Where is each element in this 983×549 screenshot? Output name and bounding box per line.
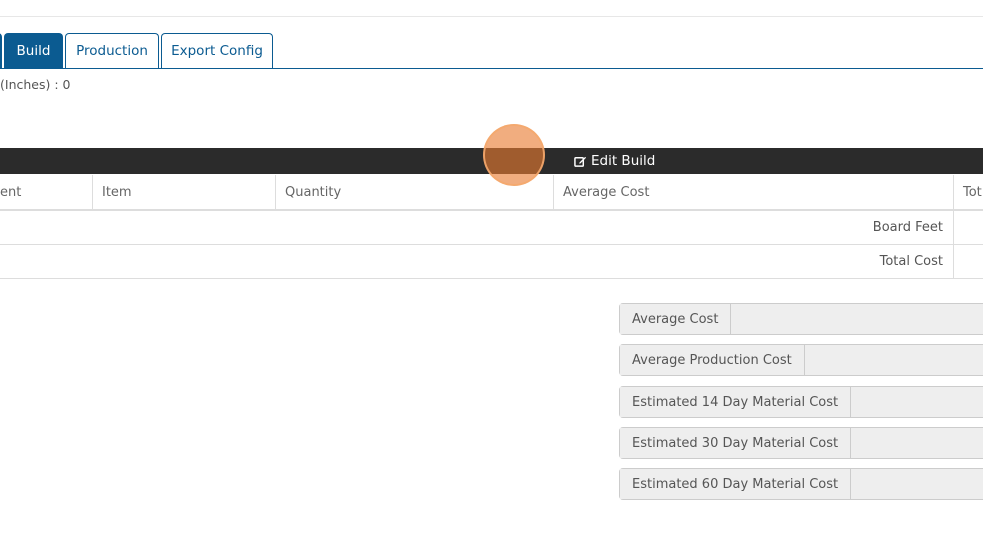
estimated-30-day-cost-group: Estimated 30 Day Material Cost — [619, 427, 983, 459]
column-divider — [953, 175, 954, 209]
tabs-underline — [0, 68, 983, 69]
column-divider — [275, 175, 276, 209]
edit-build-button[interactable]: Edit Build — [574, 148, 655, 174]
column-divider — [953, 211, 954, 244]
average-cost-group: Average Cost — [619, 303, 983, 335]
column-divider — [92, 175, 93, 209]
estimated-30-day-cost-label: Estimated 30 Day Material Cost — [620, 428, 852, 458]
page-root: Build Production Export Config (Inches) … — [0, 0, 983, 549]
column-header-average-cost[interactable]: Average Cost — [553, 175, 649, 209]
column-header-component[interactable]: ent — [0, 175, 21, 209]
average-production-cost-label: Average Production Cost — [620, 345, 805, 375]
tab-previous-partial[interactable] — [0, 33, 2, 68]
edit-icon — [574, 156, 587, 167]
estimated-60-day-cost-label: Estimated 60 Day Material Cost — [620, 469, 852, 499]
click-highlight-marker — [483, 124, 545, 186]
tab-production[interactable]: Production — [65, 33, 159, 68]
table-row-total-cost: Total Cost — [0, 245, 983, 279]
estimated-14-day-cost-label: Estimated 14 Day Material Cost — [620, 387, 852, 417]
board-feet-label: Board Feet — [872, 220, 943, 235]
column-header-item[interactable]: Item — [92, 175, 132, 209]
column-divider — [553, 175, 554, 209]
column-header-total[interactable]: Tot — [953, 175, 982, 209]
estimated-60-day-cost-group: Estimated 60 Day Material Cost — [619, 468, 983, 500]
tab-build[interactable]: Build — [4, 33, 63, 68]
top-divider — [0, 16, 983, 17]
total-cost-label: Total Cost — [879, 254, 943, 269]
depth-inches-text: (Inches) : 0 — [0, 77, 71, 92]
column-header-quantity[interactable]: Quantity — [275, 175, 341, 209]
column-divider — [953, 245, 954, 278]
tab-export-config[interactable]: Export Config — [161, 33, 273, 69]
edit-build-label: Edit Build — [591, 153, 656, 169]
average-cost-label: Average Cost — [620, 304, 732, 334]
average-production-cost-group: Average Production Cost — [619, 344, 983, 376]
estimated-14-day-cost-group: Estimated 14 Day Material Cost — [619, 386, 983, 418]
table-row-board-feet: Board Feet — [0, 211, 983, 245]
table-header-row: ent Item Quantity Average Cost Tot — [0, 175, 983, 211]
